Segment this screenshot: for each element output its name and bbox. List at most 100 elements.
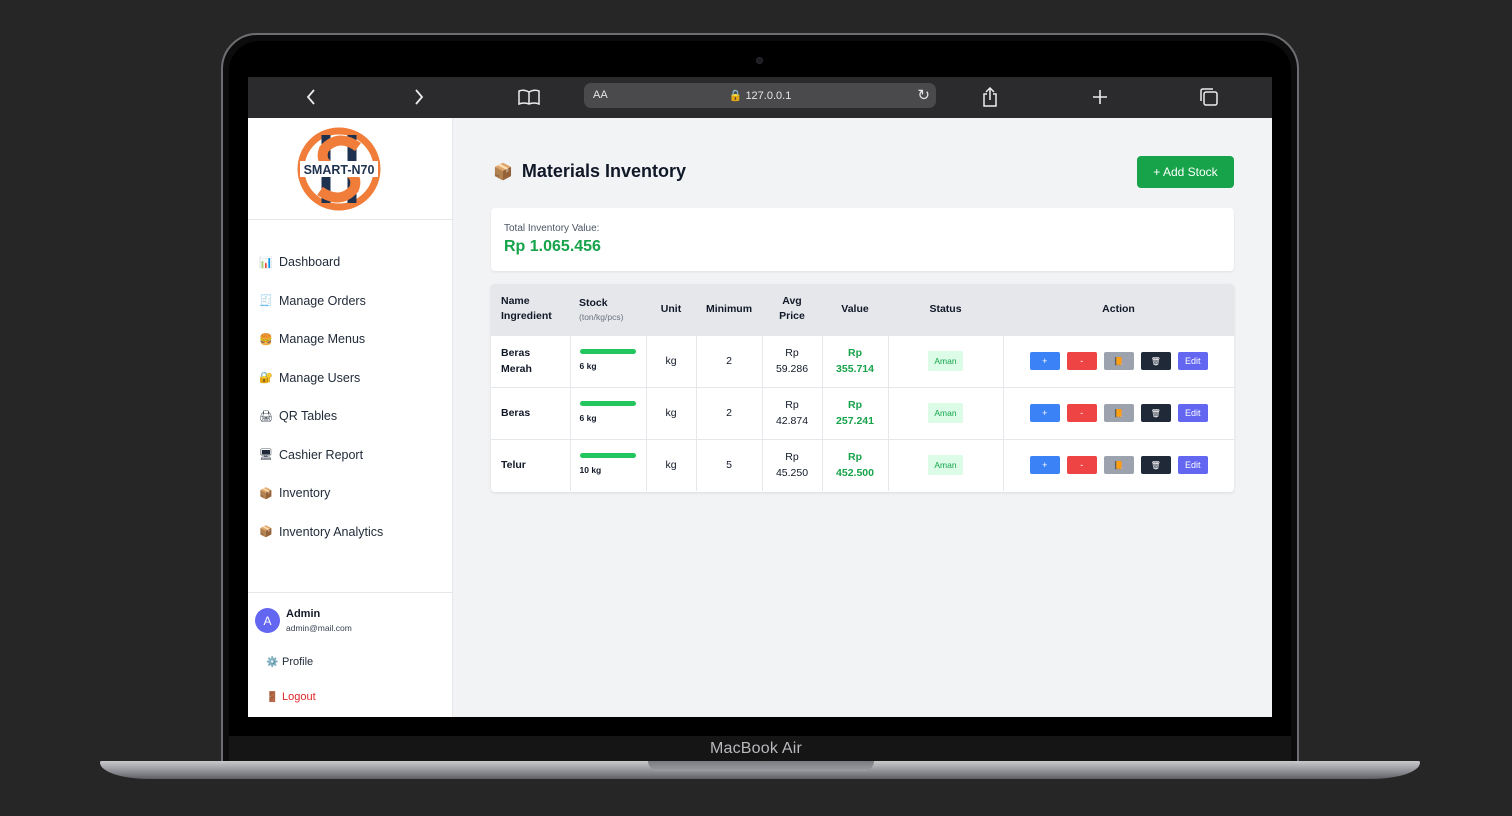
logo-text: SMART-N70 [304, 163, 375, 177]
logout-label: Logout [282, 691, 316, 703]
decrease-stock-button[interactable]: - [1066, 456, 1097, 475]
status-cell: Aman [887, 439, 1003, 491]
forward-button[interactable] [406, 85, 432, 109]
gear-icon: ⚙️ [266, 656, 279, 668]
sidebar-item-dashboard[interactable]: 📊 Dashboard [248, 243, 453, 282]
inventory-table: Name Ingredient Stock (ton/kg/pcs) Unit Mi… [491, 284, 1234, 491]
main-content: 📦 Materials Inventory + Add Stock Total … [453, 118, 1272, 717]
camera-icon [756, 57, 763, 64]
share-icon [983, 87, 997, 107]
total-value-label: Total Inventory Value: [504, 223, 600, 234]
status-cell: Aman [887, 387, 1003, 439]
sidebar-item-label: QR Tables [279, 409, 338, 424]
trash-icon: 🗑 [1150, 460, 1161, 470]
printer-icon: 🖨 [259, 410, 273, 423]
sidebar-item-label: Inventory Analytics [279, 524, 384, 539]
unit-cell: kg [645, 335, 696, 387]
profile-label: Profile [282, 656, 314, 668]
edit-button[interactable]: Edit [1177, 352, 1208, 370]
reload-icon[interactable]: ↻ [917, 86, 930, 104]
sidebar-item-inventory-analytics[interactable]: 📦 Inventory Analytics [248, 513, 453, 552]
chevron-right-icon [415, 89, 424, 105]
stock-cell: 10 kg [569, 439, 646, 491]
edit-button[interactable]: Edit [1177, 456, 1208, 475]
lock-icon: 🔒 [728, 90, 743, 102]
table-header-row: Name Ingredient Stock (ton/kg/pcs) Unit Mi… [491, 284, 1234, 335]
decrease-stock-button[interactable]: - [1066, 404, 1097, 422]
bookmarks-button[interactable] [516, 85, 542, 109]
sidebar-item-inventory[interactable]: 📦 Inventory [248, 474, 453, 513]
history-button[interactable]: 📙 [1103, 352, 1134, 370]
avatar: A [255, 608, 280, 633]
history-button[interactable]: 📙 [1103, 456, 1134, 475]
col-header-name: Name Ingredient [501, 295, 552, 323]
increase-stock-button[interactable]: + [1029, 404, 1060, 422]
logout-link[interactable]: 🚪 Logout [266, 691, 316, 703]
increase-stock-button[interactable]: + [1029, 352, 1060, 370]
sidebar-item-label: Manage Orders [279, 293, 366, 308]
sidebar-item-manage-menus[interactable]: 🍔 Manage Menus [248, 320, 453, 359]
user-email: admin@mail.com [286, 623, 352, 633]
avg-price-cell: Rp 45.250 [761, 439, 822, 491]
col-header-action: Action [1102, 302, 1135, 315]
decrease-stock-button[interactable]: - [1066, 352, 1097, 370]
col-header-status: Status [929, 302, 962, 315]
tabs-overview-button[interactable] [1196, 85, 1222, 109]
table-row: Beras Merah 6 kg kg 2 Rp 59.286 Rp 355.714 … [491, 335, 1234, 387]
sidebar-item-manage-users[interactable]: 🔐 Manage Users [248, 359, 453, 398]
sidebar-item-manage-orders[interactable]: 🧾 Manage Orders [248, 282, 453, 321]
address-bar[interactable]: AA 🔒 127.0.0.1 ↻ [584, 83, 936, 108]
add-stock-button[interactable]: + Add Stock [1137, 156, 1234, 188]
avg-price-cell: Rp 42.874 [761, 387, 822, 439]
history-button[interactable]: 📙 [1103, 404, 1134, 422]
value-cell: Rp 355.714 [821, 335, 888, 387]
col-header-value: Value [841, 302, 869, 315]
url-text: 🔒 127.0.0.1 [584, 89, 936, 102]
document-icon: 📙 [1113, 408, 1124, 418]
minimum-cell: 2 [695, 335, 762, 387]
smart-n70-logo[interactable]: SMART-N70 [296, 125, 382, 213]
package-icon: 📦 [493, 163, 513, 181]
screen: AA 🔒 127.0.0.1 ↻ SMART-N70 📊 Dashboard 🧾… [248, 77, 1272, 717]
ingredient-name: Telur [501, 459, 526, 472]
action-cell: + - 📙 🗑 Edit [1002, 335, 1234, 387]
url-value: 127.0.0.1 [745, 90, 792, 102]
page-title-text: Materials Inventory [521, 161, 686, 181]
table-row: Telur 10 kg kg 5 Rp 45.250 Rp 452.500 Aman [491, 439, 1234, 491]
unit-cell: kg [645, 387, 696, 439]
user-name: Admin [286, 608, 321, 620]
status-badge: Aman [928, 403, 963, 423]
trash-icon: 🗑 [1150, 356, 1161, 366]
chart-icon: 📊 [259, 256, 273, 269]
chevron-left-icon [306, 89, 315, 105]
new-tab-button[interactable] [1087, 85, 1113, 109]
edit-button[interactable]: Edit [1177, 404, 1208, 422]
unit-cell: kg [645, 439, 696, 491]
sidebar: SMART-N70 📊 Dashboard 🧾 Manage Orders 🍔 … [248, 118, 453, 717]
sidebar-item-qr-tables[interactable]: 🖨 QR Tables [248, 397, 453, 436]
total-value-amount: Rp 1.065.456 [504, 238, 601, 255]
sidebar-item-label: Cashier Report [279, 447, 364, 462]
delete-button[interactable]: 🗑 [1140, 456, 1171, 475]
avg-price-cell: Rp 59.286 [761, 335, 822, 387]
delete-button[interactable]: 🗑 [1140, 404, 1171, 422]
stock-level-bar [579, 348, 636, 354]
status-badge: Aman [928, 351, 963, 371]
increase-stock-button[interactable]: + [1029, 456, 1060, 475]
sidebar-item-label: Manage Menus [279, 332, 366, 347]
ingredient-name: Beras [501, 407, 531, 419]
logo-area: SMART-N70 [248, 118, 453, 220]
inventory-table-card: Name Ingredient Stock (ton/kg/pcs) Unit Mi… [491, 284, 1234, 492]
door-icon: 🚪 [266, 691, 279, 703]
col-header-minimum: Minimum [705, 302, 753, 315]
delete-button[interactable]: 🗑 [1140, 352, 1171, 370]
package-icon: 📦 [259, 487, 273, 500]
document-icon: 📙 [1113, 356, 1124, 366]
device-label: MacBook Air [709, 740, 802, 757]
col-header-stock: Stock (ton/kg/pcs) [579, 296, 624, 322]
share-button[interactable] [977, 85, 1003, 109]
minimum-cell: 5 [695, 439, 762, 491]
profile-link[interactable]: ⚙️ Profile [266, 656, 313, 668]
sidebar-item-cashier-report[interactable]: 🖥 Cashier Report [248, 436, 453, 475]
back-button[interactable] [298, 85, 324, 109]
